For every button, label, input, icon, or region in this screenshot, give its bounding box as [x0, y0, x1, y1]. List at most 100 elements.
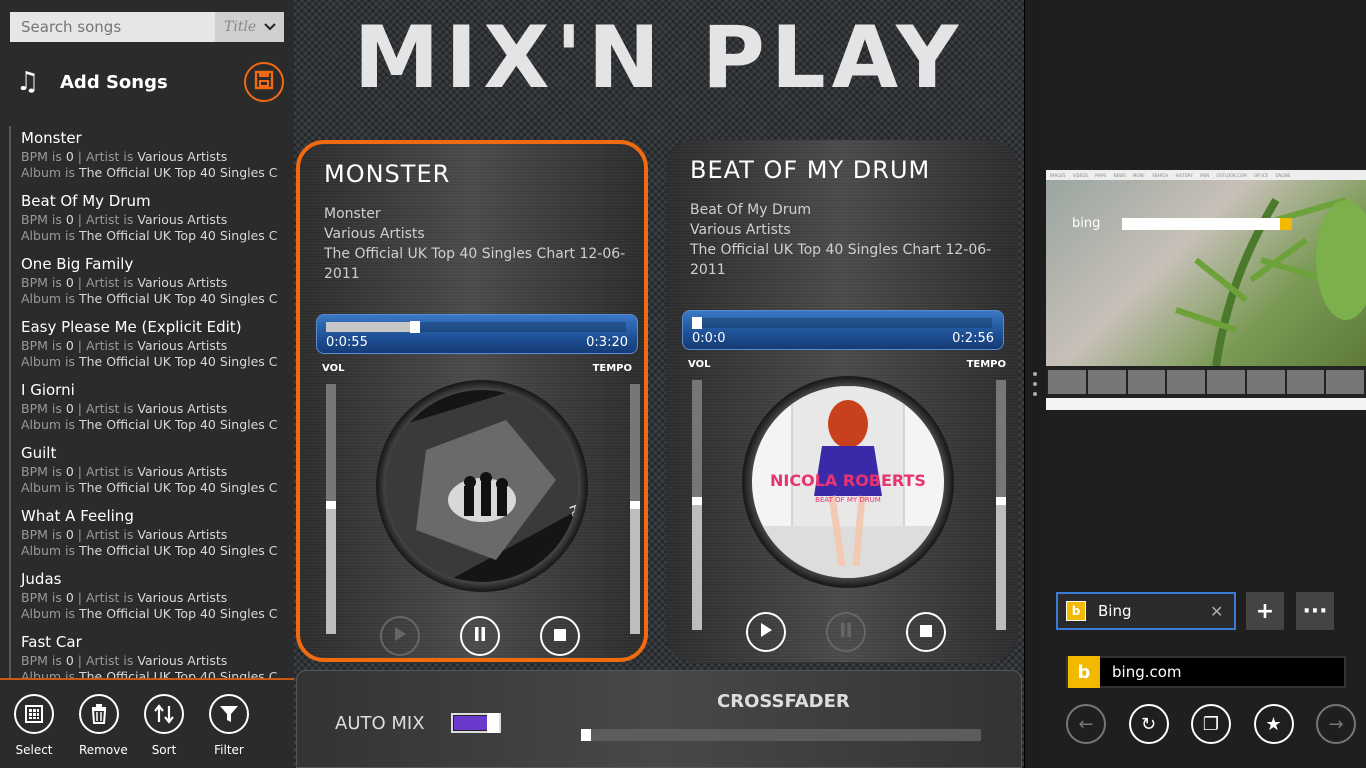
bing-news-strip[interactable]: [1046, 366, 1366, 398]
deck-a-tempo-slider[interactable]: [630, 384, 640, 634]
song-item[interactable]: Easy Please Me (Explicit Edit) BPM is 0 |…: [9, 315, 277, 378]
deck-b-disc[interactable]: NICOLA ROBERTS BEAT OF MY DRUM: [742, 376, 954, 588]
deck-a-total-time: 0:3:20: [586, 335, 628, 350]
deck-a[interactable]: MONSTER Monster Various Artists The Offi…: [296, 140, 648, 662]
deck-a-play-button[interactable]: [380, 616, 420, 656]
back-button[interactable]: ←: [1066, 704, 1106, 744]
bpm-prefix: BPM is: [21, 464, 66, 479]
separator: |: [73, 275, 86, 290]
song-bpm: 0: [65, 401, 74, 416]
deck-b-tempo-thumb[interactable]: [996, 497, 1006, 505]
deck-a-volume-thumb[interactable]: [326, 501, 336, 509]
save-playlist-button[interactable]: [244, 62, 284, 102]
crossfader-thumb[interactable]: [581, 729, 591, 741]
star-icon: ★: [1265, 713, 1282, 735]
automix-toggle-fill: [454, 716, 488, 730]
song-item[interactable]: One Big Family BPM is 0 | Artist is Vario…: [9, 252, 277, 315]
add-songs-row[interactable]: ♫ Add Songs: [16, 62, 284, 102]
song-artist: Various Artists: [137, 527, 228, 542]
song-album: The Official UK Top 40 Singles Chart 12-…: [79, 417, 277, 432]
deck-b-progress[interactable]: 0:0:0 0:2:56: [682, 310, 1004, 350]
remove-label: Remove: [79, 743, 128, 757]
song-item[interactable]: I Giorni BPM is 0 | Artist is Various Art…: [9, 378, 277, 441]
song-list: Monster BPM is 0 | Artist is Various Arti…: [9, 126, 277, 680]
deck-b-controls: [746, 612, 946, 652]
deck-a-stop-button[interactable]: [540, 616, 580, 656]
tabs-button[interactable]: ❐: [1191, 704, 1231, 744]
bing-search-input[interactable]: [1122, 218, 1292, 230]
crossfader-label: CROSSFADER: [717, 691, 850, 712]
deck-a-progress[interactable]: 0:0:55 0:3:20: [316, 314, 638, 354]
separator: |: [73, 338, 86, 353]
tab-options-button[interactable]: ···: [1296, 592, 1334, 630]
select-button[interactable]: Select: [14, 694, 79, 768]
song-item[interactable]: What A Feeling BPM is 0 | Artist is Vario…: [9, 504, 277, 567]
automix-toggle-thumb[interactable]: [487, 713, 499, 733]
song-album-line: Album is The Official UK Top 40 Singles …: [21, 228, 277, 244]
song-bpm: 0: [65, 653, 74, 668]
plus-icon: +: [1255, 598, 1275, 624]
deck-b-play-button[interactable]: [746, 612, 786, 652]
deck-a-volume-slider[interactable]: [326, 384, 336, 634]
crossfader-track[interactable]: [583, 729, 981, 741]
refresh-button[interactable]: ↻: [1128, 704, 1169, 744]
song-item[interactable]: Fast Car BPM is 0 | Artist is Various Art…: [9, 630, 277, 680]
deck-a-tempo-thumb[interactable]: [630, 501, 640, 509]
deck-a-seek-track[interactable]: [326, 321, 626, 333]
deck-b-stop-button[interactable]: [906, 612, 946, 652]
bing-search-button[interactable]: [1280, 218, 1292, 230]
bpm-prefix: BPM is: [21, 590, 66, 605]
song-artist: Various Artists: [137, 338, 228, 353]
deck-a-artist: Various Artists: [324, 226, 425, 242]
filter-button[interactable]: Filter: [209, 694, 274, 768]
forward-button[interactable]: →: [1316, 704, 1356, 744]
select-icon: [14, 694, 54, 734]
deck-b-volume-thumb[interactable]: [692, 497, 702, 505]
close-tab-icon[interactable]: ✕: [1210, 602, 1234, 621]
deck-b[interactable]: BEAT OF MY DRUM Beat Of My Drum Various …: [666, 140, 1018, 662]
deck-a-seek-thumb[interactable]: [410, 321, 420, 333]
favorites-button[interactable]: ★: [1253, 704, 1294, 744]
sort-button[interactable]: Sort: [144, 694, 209, 768]
deck-b-song: Beat Of My Drum: [690, 202, 811, 218]
album-prefix: Album is: [21, 354, 79, 369]
separator: |: [73, 590, 86, 605]
deck-a-tempo-fill: [630, 509, 640, 634]
snapped-browser: IMAGES VIDEOS MAPS NEWS MORE SEARCH HIST…: [1046, 0, 1366, 768]
deck-b-tempo-slider[interactable]: [996, 380, 1006, 630]
filter-icon: [209, 694, 249, 734]
deck-b-tempo-fill: [996, 505, 1006, 630]
song-bpm-artist: BPM is 0 | Artist is Various Artists: [21, 338, 277, 354]
app-logo: MIX'N PLAY: [353, 8, 965, 108]
new-tab-button[interactable]: +: [1246, 592, 1284, 630]
search-filter-select[interactable]: Title: [215, 12, 284, 42]
snap-grip-icon[interactable]: [1033, 372, 1037, 396]
browser-tab[interactable]: b Bing ✕: [1056, 592, 1236, 630]
song-artist: Various Artists: [137, 590, 228, 605]
deck-b-art-subtitle: BEAT OF MY DRUM: [815, 496, 881, 504]
deck-a-disc[interactable]: RAMO: [376, 380, 588, 592]
browser-page[interactable]: IMAGES VIDEOS MAPS NEWS MORE SEARCH HIST…: [1046, 170, 1366, 410]
deck-b-pause-button[interactable]: [826, 612, 866, 652]
deck-b-volume-slider[interactable]: [692, 380, 702, 630]
address-bar[interactable]: b bing.com: [1066, 656, 1346, 688]
song-item[interactable]: Judas BPM is 0 | Artist is Various Artist…: [9, 567, 277, 630]
search-input[interactable]: [10, 12, 215, 42]
song-item[interactable]: Monster BPM is 0 | Artist is Various Arti…: [9, 126, 277, 189]
snap-divider[interactable]: [1024, 0, 1046, 768]
deck-b-seek-thumb[interactable]: [692, 317, 702, 329]
automix-toggle[interactable]: [451, 713, 501, 733]
back-arrow-icon: ←: [1078, 713, 1094, 735]
bing-nav-links[interactable]: IMAGES VIDEOS MAPS NEWS MORE SEARCH HIST…: [1046, 170, 1366, 180]
deck-a-pause-button[interactable]: [460, 616, 500, 656]
bpm-prefix: BPM is: [21, 212, 66, 227]
album-prefix: Album is: [21, 291, 79, 306]
remove-button[interactable]: Remove: [79, 694, 144, 768]
song-title: Monster: [21, 129, 82, 147]
bing-site-icon: b: [1068, 656, 1100, 688]
deck-b-seek-track[interactable]: [692, 317, 992, 329]
song-bpm-artist: BPM is 0 | Artist is Various Artists: [21, 149, 277, 165]
song-item[interactable]: Guilt BPM is 0 | Artist is Various Artist…: [9, 441, 277, 504]
song-item[interactable]: Beat Of My Drum BPM is 0 | Artist is Vari…: [9, 189, 277, 252]
album-prefix: Album is: [21, 228, 79, 243]
